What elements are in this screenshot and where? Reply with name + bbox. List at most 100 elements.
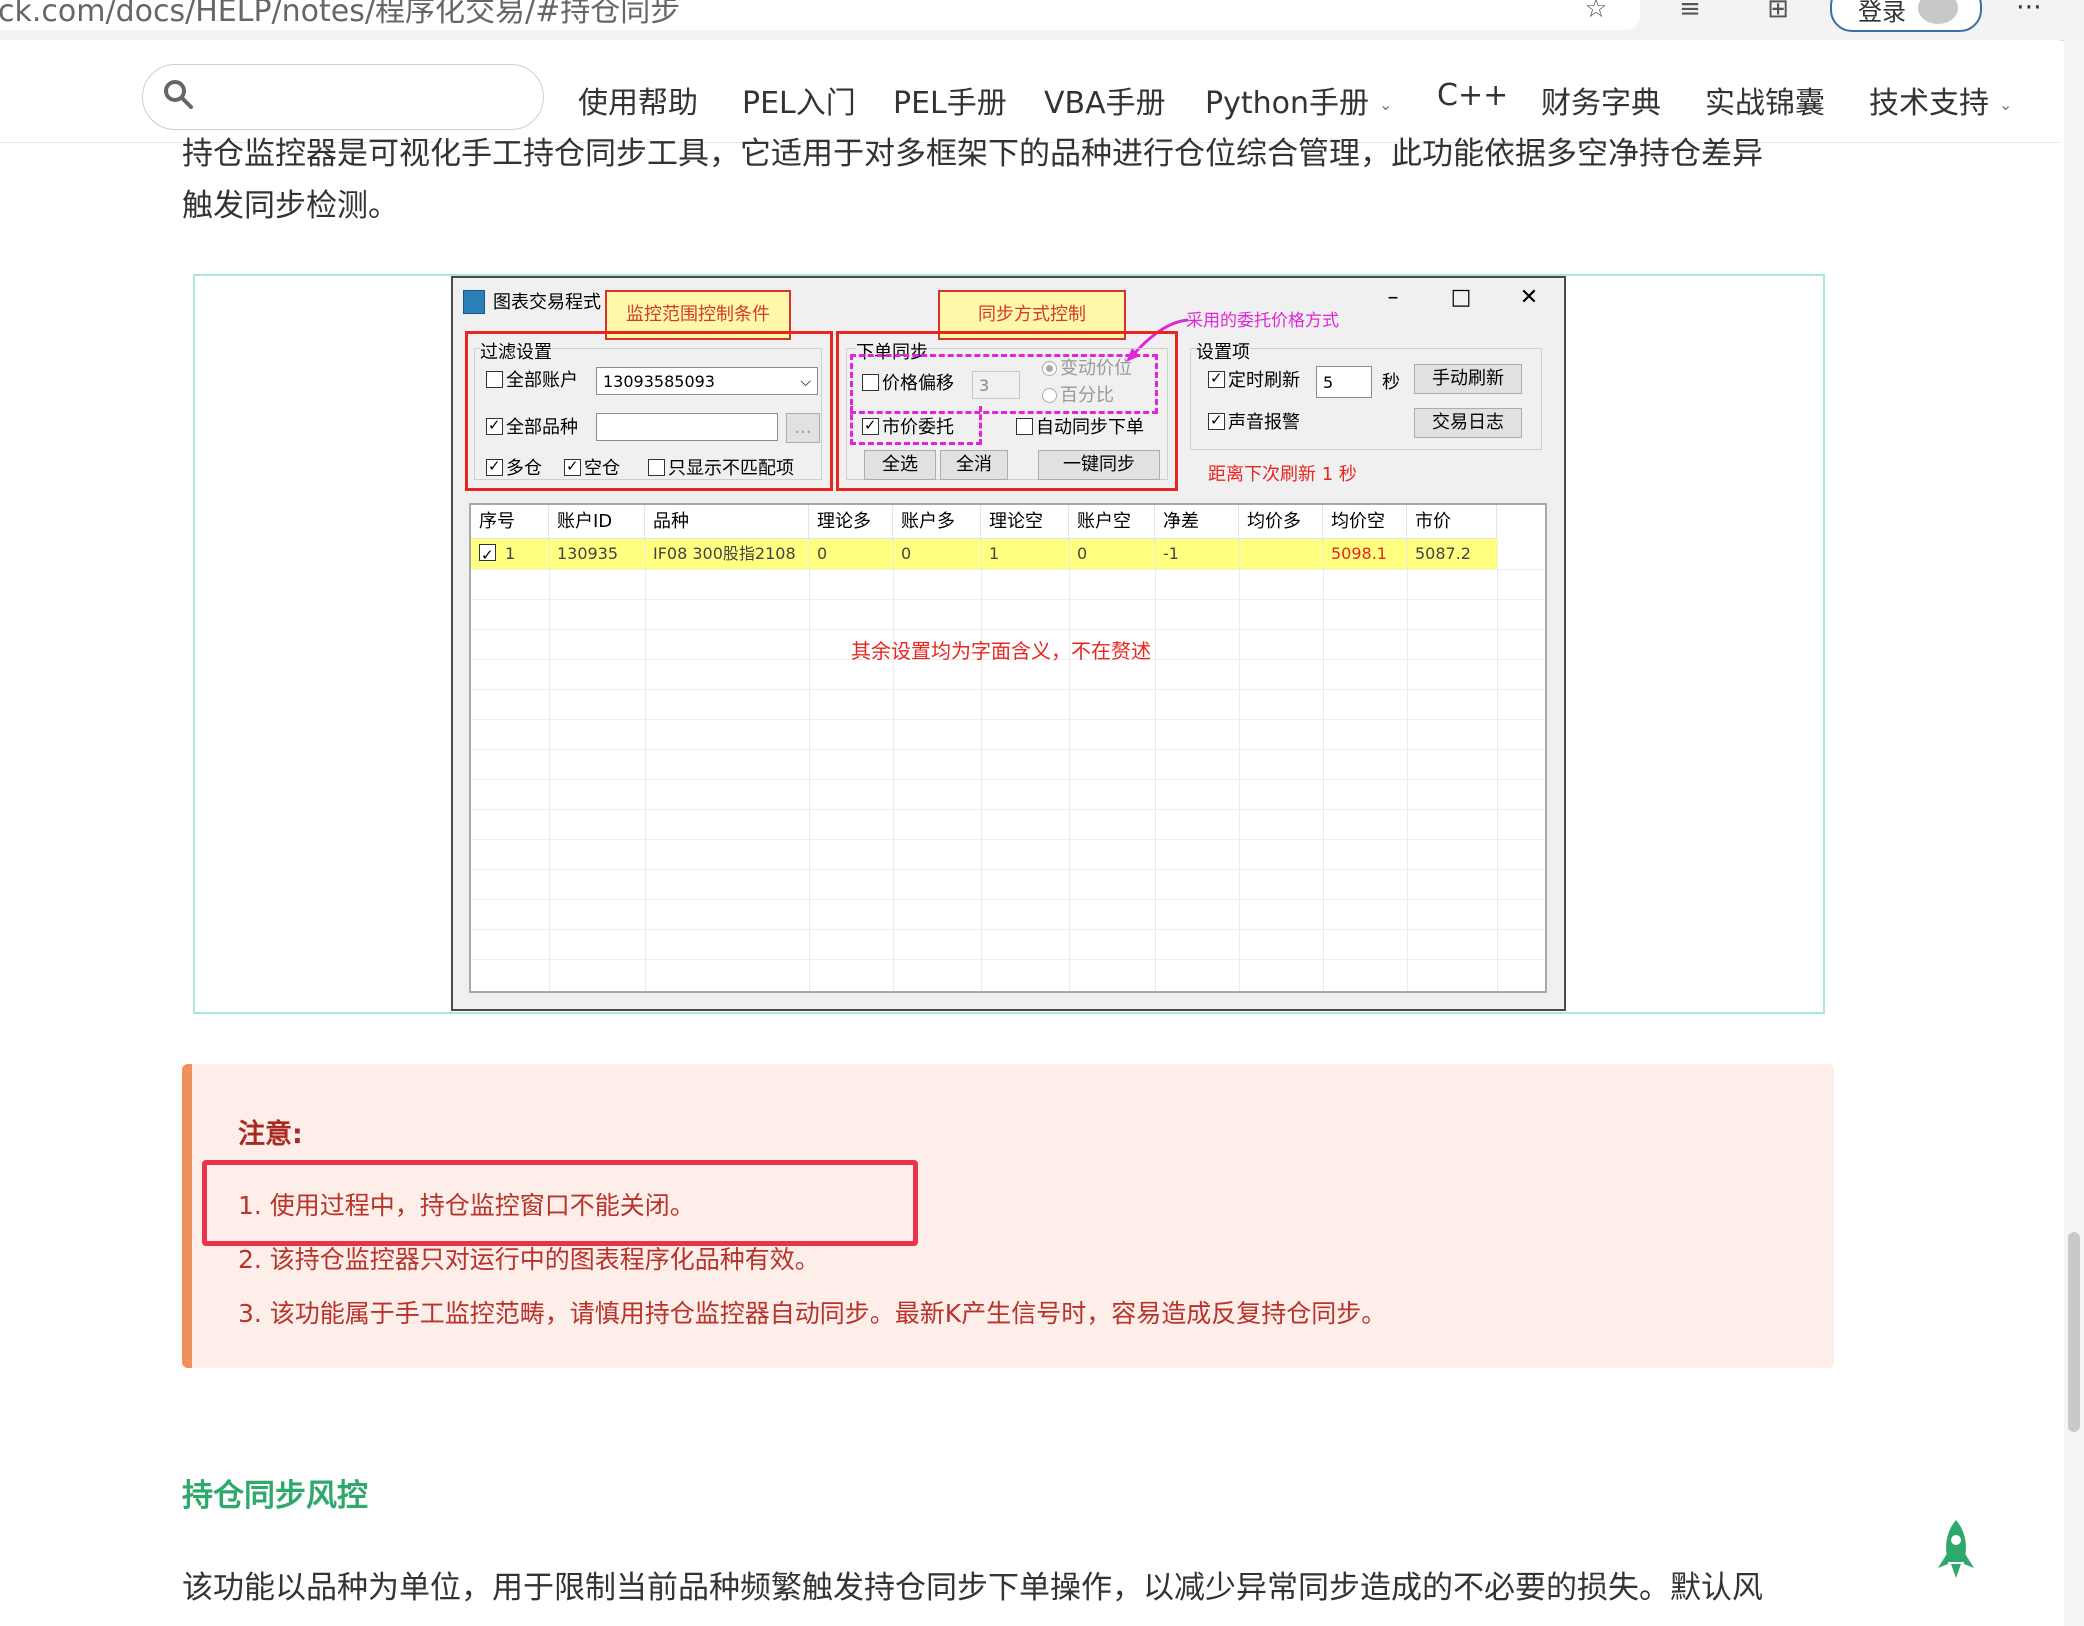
scrollbar-thumb[interactable]	[2068, 1232, 2080, 1432]
account-value: 13093585093	[603, 372, 715, 391]
intro-line-1: 持仓监控器是可视化手工持仓同步工具，它适用于对多框架下的品种进行仓位综合管理，此…	[182, 136, 1763, 172]
note-item-2: 2. 该持仓监控器只对运行中的图表程序化品种有效。	[238, 1245, 820, 1274]
auto-sync-checkbox[interactable]: 自动同步下单	[1016, 417, 1144, 439]
checkbox-box	[564, 455, 581, 477]
more-menu-icon[interactable]: ⋯	[2016, 0, 2042, 22]
all-symbols-checkbox[interactable]: 全部品种	[486, 414, 578, 439]
minimize-icon[interactable]: –	[1373, 282, 1413, 314]
rocket-icon[interactable]	[1936, 1518, 1976, 1582]
col-header-account[interactable]: 账户ID	[549, 505, 645, 539]
checkbox-box	[862, 374, 879, 391]
grid-line	[1323, 539, 1324, 991]
all-accounts-checkbox[interactable]: 全部账户	[486, 370, 578, 392]
radio-percent-label: 百分比	[1060, 385, 1114, 406]
nav-item-python-label: Python手册	[1205, 86, 1369, 121]
position-grid[interactable]: 序号 账户ID 品种 理论多 账户多 理论空 账户空 净差 均价多 均价空 市价…	[469, 503, 1547, 993]
row-checkbox[interactable]	[471, 539, 499, 570]
filter-group-title: 过滤设置	[480, 338, 552, 364]
manual-refresh-button[interactable]: 手动刷新	[1414, 364, 1522, 394]
nav-item-finance-dict[interactable]: 财务字典	[1541, 78, 1661, 122]
refresh-interval-field[interactable]: 5	[1316, 366, 1372, 398]
grid-line	[471, 749, 1545, 750]
checkbox-box	[1016, 418, 1033, 435]
col-header-net-diff[interactable]: 净差	[1155, 505, 1239, 539]
timed-refresh-checkbox[interactable]: 定时刷新	[1208, 367, 1300, 392]
nav-item-vba-manual[interactable]: VBA手册	[1044, 78, 1166, 122]
collections-icon[interactable]: ⊞	[1760, 0, 1796, 30]
close-icon[interactable]: ✕	[1509, 282, 1549, 314]
nav-item-python-manual[interactable]: Python手册 ⌄	[1205, 78, 1392, 122]
reading-list-icon[interactable]: ≡	[1672, 0, 1708, 30]
long-checkbox[interactable]: 多仓	[486, 455, 542, 480]
sound-alarm-checkbox[interactable]: 声音报警	[1208, 409, 1300, 434]
col-header-theory-short[interactable]: 理论空	[981, 505, 1069, 539]
search-box[interactable]	[142, 64, 544, 130]
checkbox-box	[486, 414, 503, 436]
col-header-account-short[interactable]: 账户空	[1069, 505, 1155, 539]
grid-line	[809, 539, 810, 991]
radio-percent[interactable]: 百分比	[1042, 385, 1114, 407]
mismatch-label: 只显示不匹配项	[668, 458, 794, 479]
cell-net-diff: -1	[1163, 544, 1179, 563]
section-heading: 持仓同步风控	[182, 1478, 368, 1514]
sound-alarm-label: 声音报警	[1228, 412, 1300, 433]
favorite-star-icon[interactable]: ☆	[1578, 0, 1614, 30]
search-icon	[164, 80, 193, 109]
checkbox-box	[862, 414, 879, 436]
col-header-index[interactable]: 序号	[471, 505, 549, 539]
app-icon	[463, 290, 485, 314]
maximize-icon[interactable]: □	[1441, 282, 1481, 314]
market-order-checkbox[interactable]: 市价委托	[862, 414, 954, 439]
checkbox-box	[1208, 367, 1225, 389]
grid-line	[549, 539, 550, 991]
grid-line	[471, 839, 1545, 840]
grid-note: 其余设置均为字面含义，不在赘述	[851, 639, 1151, 663]
cell-theory-short: 1	[989, 544, 1000, 563]
page-scrollbar[interactable]	[2064, 40, 2084, 1626]
bottom-paragraph: 该功能以品种为单位，用于限制当前品种频繁触发持仓同步下单操作，以减少异常同步造成…	[182, 1570, 1763, 1606]
cell-avg-short: 5098.1	[1331, 544, 1387, 563]
grid-line	[1239, 539, 1240, 991]
note-item-1: 1. 使用过程中，持仓监控窗口不能关闭。	[238, 1191, 695, 1220]
trade-log-button[interactable]: 交易日志	[1414, 408, 1522, 438]
next-refresh-text: 距离下次刷新 1 秒	[1208, 464, 1357, 485]
all-accounts-label: 全部账户	[506, 370, 578, 391]
nav-item-tips[interactable]: 实战锦囊	[1705, 78, 1825, 122]
col-header-avg-long[interactable]: 均价多	[1239, 505, 1323, 539]
nav-item-support[interactable]: 技术支持 ⌄	[1869, 78, 2012, 122]
price-offset-checkbox[interactable]: 价格偏移	[862, 373, 954, 395]
col-header-theory-long[interactable]: 理论多	[809, 505, 893, 539]
offset-field[interactable]: 3	[972, 371, 1020, 399]
short-checkbox[interactable]: 空仓	[564, 455, 620, 480]
cell-index: 1	[505, 544, 516, 563]
deselect-all-button[interactable]: 全消	[940, 450, 1008, 480]
col-header-symbol[interactable]: 品种	[645, 505, 809, 539]
cell-account-long: 0	[901, 544, 912, 563]
mismatch-checkbox[interactable]: 只显示不匹配项	[648, 458, 794, 480]
col-header-avg-short[interactable]: 均价空	[1323, 505, 1407, 539]
col-header-market-price[interactable]: 市价	[1407, 505, 1497, 539]
note-accent-bar	[182, 1064, 192, 1368]
select-all-button[interactable]: 全选	[864, 450, 936, 480]
callout-price: 采用的委托价格方式	[1186, 311, 1339, 331]
nav-item-pel-manual[interactable]: PEL手册	[893, 78, 1007, 122]
checkbox-box	[479, 540, 496, 570]
grid-line	[471, 689, 1545, 690]
search-input[interactable]	[213, 77, 517, 117]
chevron-down-icon: ⌄	[1379, 95, 1393, 114]
grid-line	[1069, 539, 1070, 991]
col-header-account-long[interactable]: 账户多	[893, 505, 981, 539]
symbols-field[interactable]	[596, 413, 778, 441]
account-select[interactable]: 13093585093 ⌵	[596, 367, 818, 395]
nav-item-help[interactable]: 使用帮助	[578, 78, 698, 122]
nav-item-cpp[interactable]: C++	[1437, 78, 1508, 113]
one-click-sync-button[interactable]: 一键同步	[1038, 450, 1160, 480]
radio-tick[interactable]: 变动价位	[1042, 358, 1132, 380]
nav-item-pel-intro[interactable]: PEL入门	[742, 78, 856, 122]
grid-line	[471, 569, 1545, 570]
grid-line	[471, 959, 1545, 960]
note-title: 注意:	[238, 1119, 303, 1150]
address-bar[interactable]: ck.com/docs/HELP/notes/程序化交易/#持仓同步	[0, 0, 1640, 30]
browse-button[interactable]: ...	[786, 413, 820, 443]
login-button[interactable]: 登录	[1830, 0, 1982, 32]
